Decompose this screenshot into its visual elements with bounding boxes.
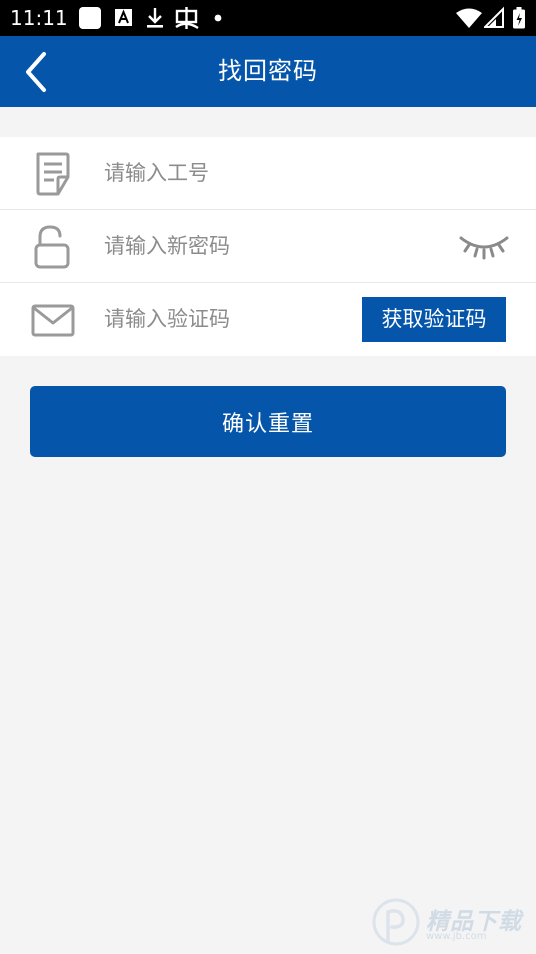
status-time: 11:11 — [10, 6, 68, 30]
verification-code-input[interactable] — [104, 301, 344, 337]
wifi-icon — [456, 8, 482, 28]
status-bar: 11:11 — [0, 0, 536, 36]
watermark-logo-icon — [372, 898, 420, 946]
bug-icon — [175, 7, 199, 30]
watermark-url: www.jb.com — [426, 931, 487, 942]
dot-icon — [214, 14, 222, 22]
verification-code-row: 获取验证码 — [0, 283, 536, 356]
document-icon — [36, 152, 70, 196]
app-square-icon — [79, 7, 101, 29]
font-a-icon — [115, 9, 132, 26]
confirm-reset-button[interactable]: 确认重置 — [30, 386, 506, 457]
battery-icon — [513, 7, 525, 29]
unlock-icon — [34, 225, 70, 269]
download-icon — [147, 8, 163, 28]
signal-icon — [484, 6, 504, 28]
new-password-row — [0, 210, 536, 283]
watermark: 精品下载 www.jb.com — [368, 894, 536, 954]
app-bar: 找回密码 — [0, 36, 536, 107]
eye-closed-icon[interactable] — [458, 230, 510, 264]
employee-id-input[interactable] — [104, 155, 434, 191]
form-card: 获取验证码 — [0, 137, 536, 356]
new-password-input[interactable] — [104, 228, 434, 264]
get-code-button[interactable]: 获取验证码 — [362, 297, 506, 342]
envelope-icon — [31, 304, 75, 337]
page-title: 找回密码 — [218, 57, 318, 85]
employee-id-row — [0, 137, 536, 210]
